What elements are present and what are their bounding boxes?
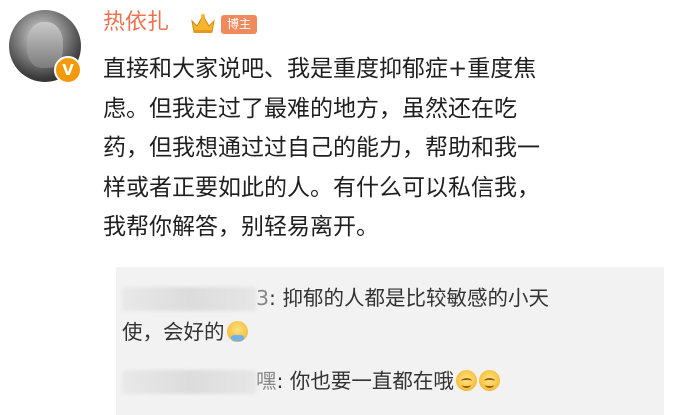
blurred-username[interactable] — [122, 370, 256, 394]
blurred-username[interactable] — [122, 287, 256, 311]
post-line: 直接和大家说吧、我是重度抑郁症+重度焦 — [103, 56, 537, 82]
reply-name-suffix: 3 — [256, 286, 270, 310]
reply-text: : 抑郁的人都是比较敏感的小天 — [269, 286, 549, 310]
post-text: 直接和大家说吧、我是重度抑郁症+重度焦 虑。但我走过了最难的地方，虽然还在吃 药… — [103, 50, 663, 248]
post-line: 样或者正要如此的人。有什么可以私信我， — [103, 174, 540, 201]
post-line: 药，但我想通过过自己的能力，帮助和我一 — [103, 135, 540, 161]
smile-emoji-icon — [455, 370, 477, 391]
author-name[interactable]: 热依扎 — [103, 8, 169, 38]
reply-item[interactable]: 嘿: 你也要一直都在哦 — [116, 364, 500, 398]
reply-item[interactable]: 3: 抑郁的人都是比较敏感的小天 使，会好的 — [116, 281, 549, 349]
verified-badge-icon: V — [54, 56, 82, 84]
reply-list: 3: 抑郁的人都是比较敏感的小天 使，会好的 嘿: 你也要一直都在哦 — [116, 267, 664, 415]
reply-text: 使，会好的 — [122, 320, 225, 344]
reply-text: : 你也要一直都在哦 — [276, 369, 454, 393]
smile-emoji-icon — [478, 370, 500, 391]
bean-emoji-icon — [226, 321, 248, 342]
post-line: 虑。但我走过了最难的地方，虽然还在吃 — [103, 95, 517, 122]
post-line: 我帮你解答，别轻易离开。 — [103, 214, 379, 240]
owner-badge: 博主 — [221, 15, 258, 34]
reply-name-suffix: 嘿 — [256, 369, 277, 393]
crown-icon — [191, 14, 215, 33]
